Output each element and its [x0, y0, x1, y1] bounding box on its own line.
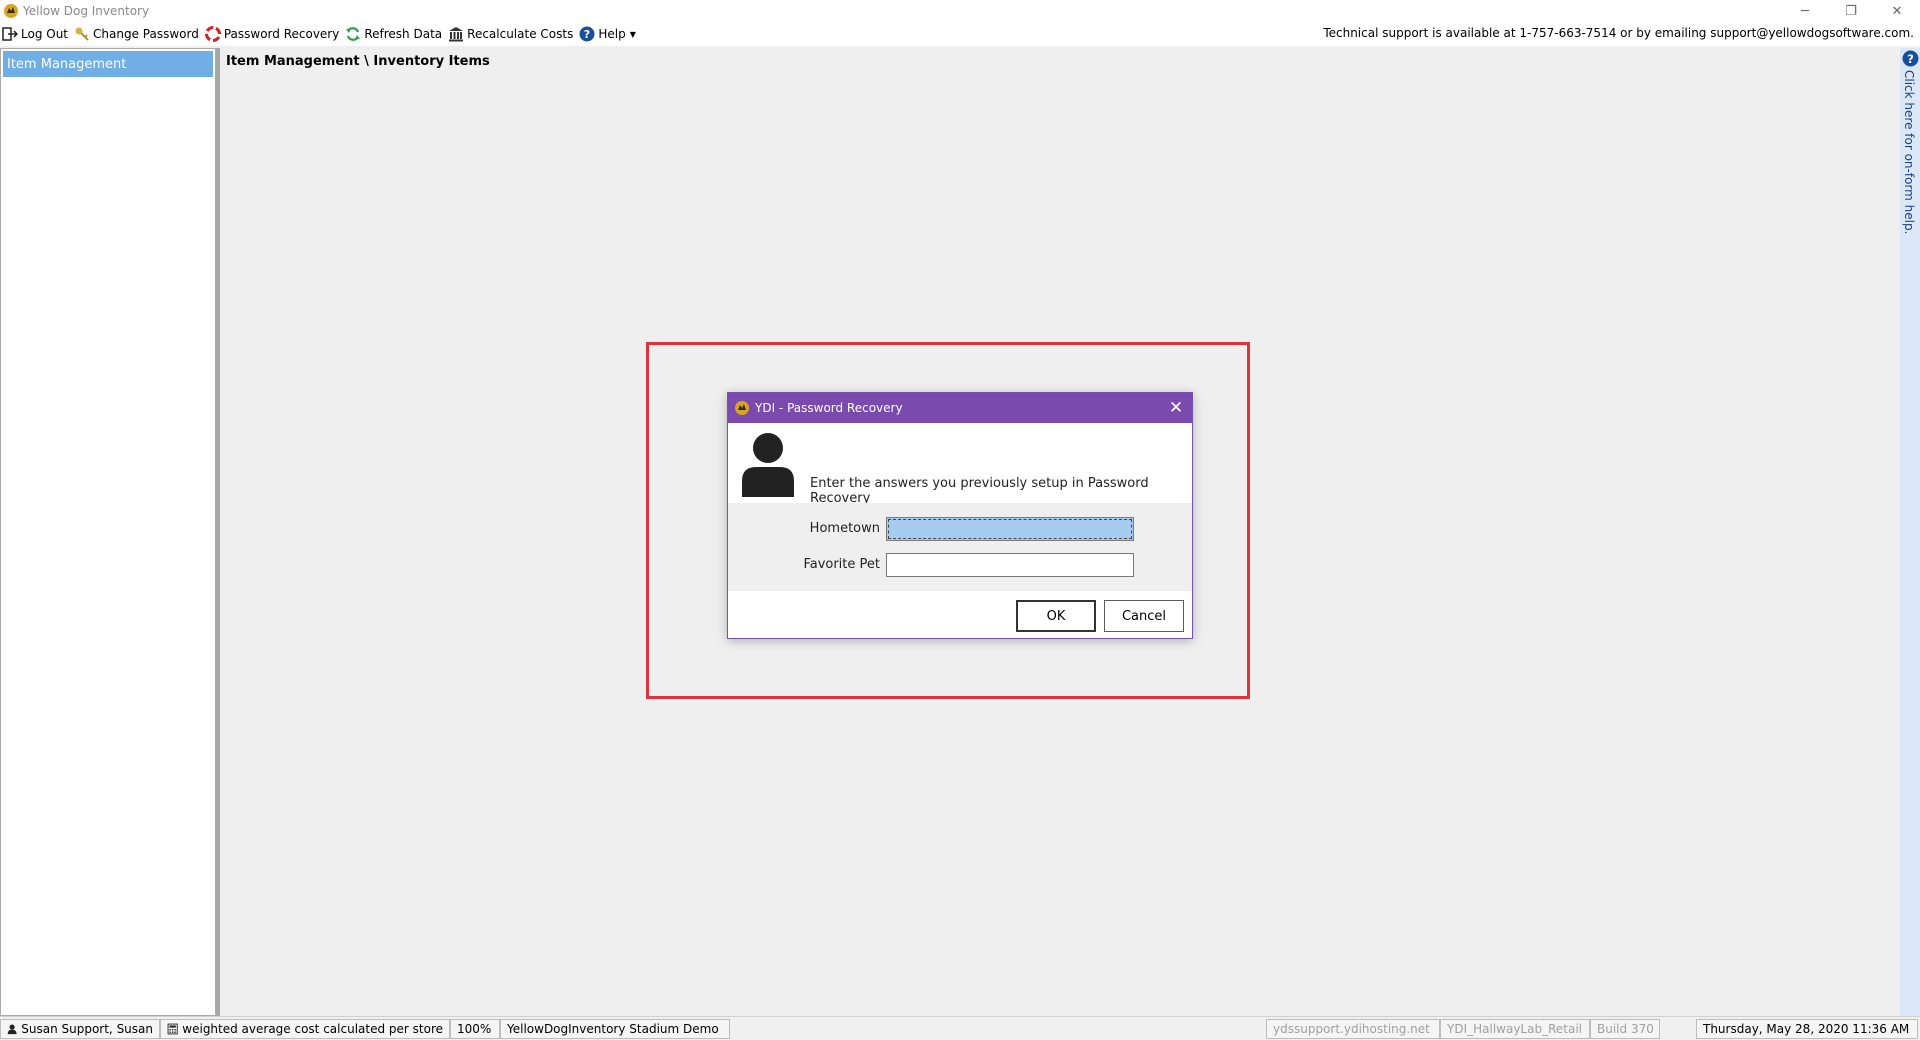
key-icon [75, 27, 89, 41]
favorite-pet-field[interactable] [886, 553, 1134, 577]
svg-text:?: ? [584, 28, 590, 41]
status-user: Susan Support, Susan [0, 1019, 160, 1039]
help-icon: ? [579, 26, 595, 42]
change-password-label: Change Password [93, 27, 199, 41]
logout-icon [2, 27, 18, 41]
refresh-data-button[interactable]: Refresh Data [343, 23, 446, 45]
status-instance: YDI_HallwayLab_Retail [1440, 1019, 1590, 1039]
yellow-dog-logo-icon [735, 401, 749, 415]
sidebar: Item Management [0, 48, 216, 1016]
minimize-button[interactable]: ─ [1782, 0, 1828, 22]
favorite-pet-label: Favorite Pet [803, 557, 880, 572]
dialog-close-button[interactable]: ✕ [1166, 398, 1186, 418]
dialog-title-bar: YDI - Password Recovery ✕ [728, 393, 1192, 423]
dialog-footer: OK Cancel [728, 591, 1192, 638]
help-label: Help [598, 27, 626, 41]
status-user-name: Susan Support, Susan [21, 1022, 153, 1036]
window-controls: ─ ❐ ✕ [1782, 0, 1920, 22]
dialog-title: YDI - Password Recovery [755, 401, 903, 415]
sidebar-item-item-management[interactable]: Item Management [3, 51, 213, 77]
window-title: Yellow Dog Inventory [23, 4, 150, 18]
password-recovery-dialog: YDI - Password Recovery ✕ Enter the answ… [727, 392, 1193, 639]
restore-button[interactable]: ❐ [1828, 0, 1874, 22]
status-costing-text: weighted average cost calculated per sto… [182, 1022, 443, 1036]
breadcrumb: Item Management \ Inventory Items [226, 54, 490, 69]
status-costing: weighted average cost calculated per sto… [160, 1019, 450, 1039]
dialog-form: Hometown Favorite Pet [728, 503, 1192, 591]
change-password-button[interactable]: Change Password [72, 23, 203, 45]
on-form-help-link[interactable]: Click here for on-form help. [1902, 70, 1916, 234]
status-zoom: 100% [450, 1019, 500, 1039]
refresh-icon [346, 27, 361, 41]
recalculate-costs-button[interactable]: Recalculate Costs [446, 23, 577, 45]
chevron-down-icon: ▼ [629, 29, 636, 39]
status-database: YellowDogInventory Stadium Demo [500, 1019, 730, 1039]
logout-button[interactable]: Log Out [0, 23, 72, 45]
svg-text:?: ? [1907, 52, 1914, 66]
status-bar: Susan Support, Susan weighted average co… [0, 1016, 1920, 1040]
dialog-message: Enter the answers you previously setup i… [810, 476, 1149, 506]
password-recovery-button[interactable]: Password Recovery [203, 23, 344, 45]
main-toolbar: Log Out Change Password Password Recover… [0, 22, 1920, 46]
support-info: Technical support is available at 1-757-… [1323, 26, 1914, 40]
status-server: ydssupport.ydihosting.net [1266, 1019, 1440, 1039]
close-window-button[interactable]: ✕ [1874, 0, 1920, 22]
status-build: Build 370 [1590, 1019, 1660, 1039]
hometown-label: Hometown [809, 521, 880, 536]
user-icon [7, 1024, 17, 1035]
status-datetime: Thursday, May 28, 2020 11:36 AM [1696, 1019, 1918, 1039]
logout-label: Log Out [21, 27, 69, 41]
help-icon: ? [1902, 50, 1919, 67]
cancel-button[interactable]: Cancel [1104, 600, 1184, 632]
lifebuoy-icon [204, 26, 221, 42]
refresh-data-label: Refresh Data [364, 27, 443, 41]
bank-icon [449, 27, 464, 42]
recalculate-costs-label: Recalculate Costs [467, 27, 574, 41]
calculator-icon [167, 1023, 178, 1035]
on-form-help-strip[interactable]: ? Click here for on-form help. [1900, 48, 1920, 1016]
dialog-header: Enter the answers you previously setup i… [728, 423, 1192, 506]
password-recovery-label: Password Recovery [223, 27, 340, 41]
title-bar: Yellow Dog Inventory ─ ❐ ✕ [0, 0, 1920, 22]
yellow-dog-logo-icon [4, 4, 18, 18]
user-icon [742, 433, 794, 497]
hometown-field[interactable] [886, 517, 1134, 541]
help-menu-button[interactable]: ? Help ▼ [577, 23, 640, 45]
ok-button[interactable]: OK [1016, 600, 1096, 632]
